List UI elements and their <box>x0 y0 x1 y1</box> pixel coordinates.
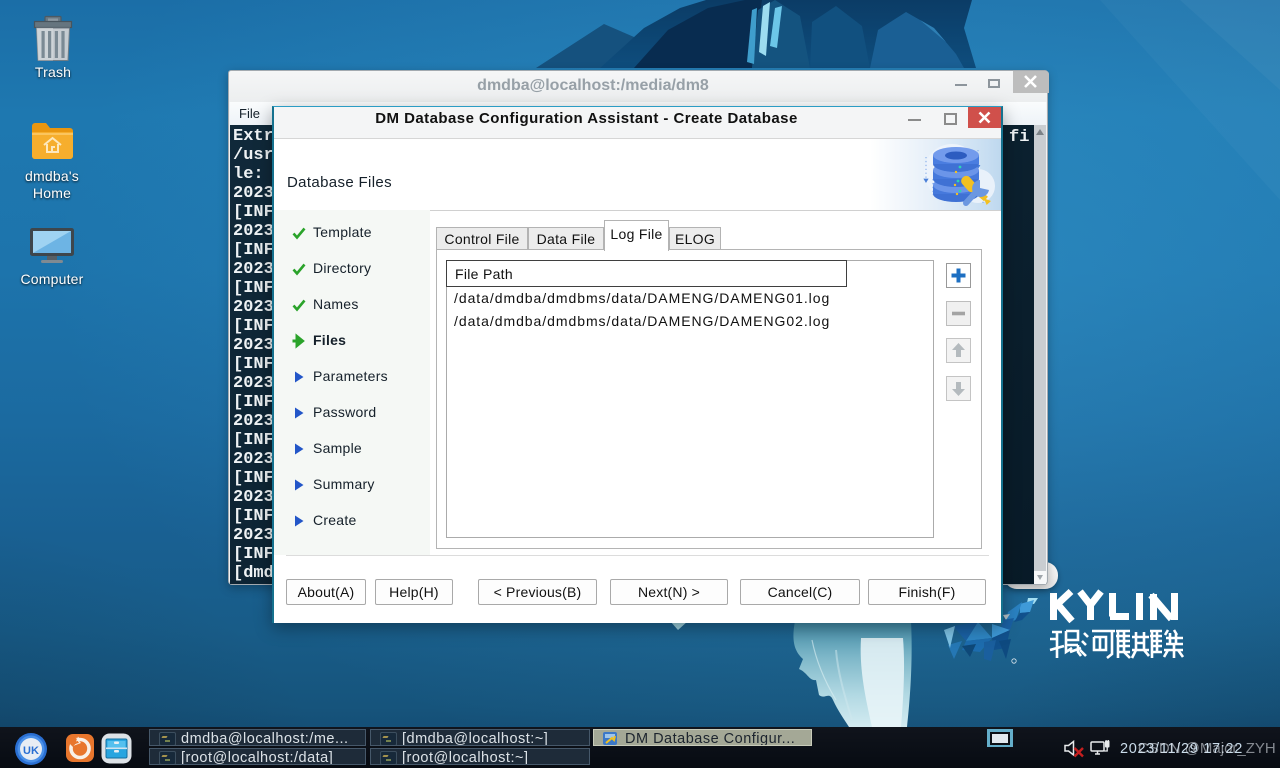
svg-text:UK: UK <box>23 745 39 757</box>
